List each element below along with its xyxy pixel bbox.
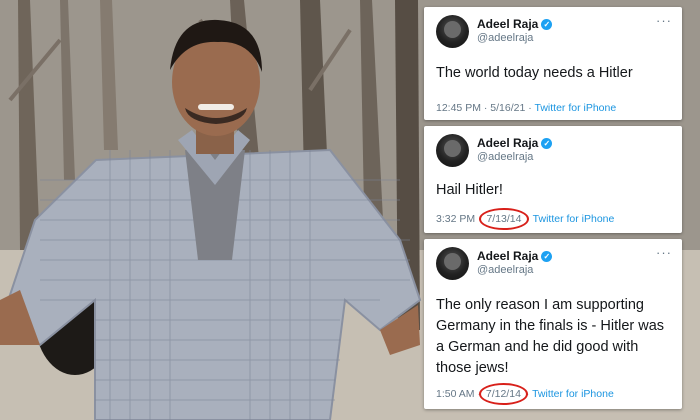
verified-badge-icon: ✓	[541, 19, 553, 30]
tweet-meta: 3:32 PM · 7/13/14 · Twitter for iPhone	[436, 208, 615, 230]
verified-badge-icon: ✓	[541, 138, 553, 149]
tweet-date-circled[interactable]: 7/12/14	[478, 383, 528, 405]
tweet-header: Adeel Raja ✓ @adeelraja	[436, 134, 672, 168]
tweet-meta: 12:45 PM · 5/16/21 · Twitter for iPhone	[436, 102, 617, 114]
tweet-card: Adeel Raja ✓ @adeelraja ··· The only reas…	[424, 239, 682, 409]
tweet-date-circled[interactable]: 7/13/14	[479, 208, 529, 230]
tweet-source-link[interactable]: Twitter for iPhone	[532, 388, 614, 400]
tweet-time[interactable]: 3:32 PM	[436, 213, 475, 225]
user-handle[interactable]: @adeelraja	[477, 264, 533, 276]
tweet-source-link[interactable]: Twitter for iPhone	[535, 102, 617, 114]
tweet-time[interactable]: 1:50 AM	[436, 388, 475, 400]
avatar[interactable]	[436, 15, 469, 48]
tweet-header: Adeel Raja ✓ @adeelraja ···	[436, 245, 672, 281]
tweet-meta: 1:50 AM · 7/12/14 · Twitter for iPhone	[436, 383, 614, 405]
display-name[interactable]: Adeel Raja ✓	[477, 17, 553, 31]
user-handle[interactable]: @adeelraja	[477, 32, 533, 44]
verified-badge-icon: ✓	[541, 251, 553, 262]
tweet-date[interactable]: 5/16/21	[490, 102, 525, 114]
tweet-text: The world today needs a Hitler	[436, 65, 633, 81]
display-name[interactable]: Adeel Raja ✓	[477, 136, 553, 150]
more-options-icon[interactable]: ···	[656, 245, 672, 260]
more-options-icon[interactable]: ···	[656, 13, 672, 28]
avatar[interactable]	[436, 247, 469, 280]
tweet-card: Adeel Raja ✓ @adeelraja ··· The world tod…	[424, 7, 682, 120]
tweet-header: Adeel Raja ✓ @adeelraja ···	[436, 13, 672, 49]
tweet-card: Adeel Raja ✓ @adeelraja Hail Hitler! 3:32…	[424, 126, 682, 233]
user-handle[interactable]: @adeelraja	[477, 151, 533, 163]
composite-photo: Adeel Raja ✓ @adeelraja ··· The world tod…	[0, 0, 700, 420]
avatar[interactable]	[436, 134, 469, 167]
tweet-source-link[interactable]: Twitter for iPhone	[533, 213, 615, 225]
tweet-text: The only reason I am supporting Germany …	[436, 297, 665, 376]
tweet-text: Hail Hitler!	[436, 182, 503, 198]
display-name[interactable]: Adeel Raja ✓	[477, 249, 553, 263]
tweet-time[interactable]: 12:45 PM	[436, 102, 481, 114]
